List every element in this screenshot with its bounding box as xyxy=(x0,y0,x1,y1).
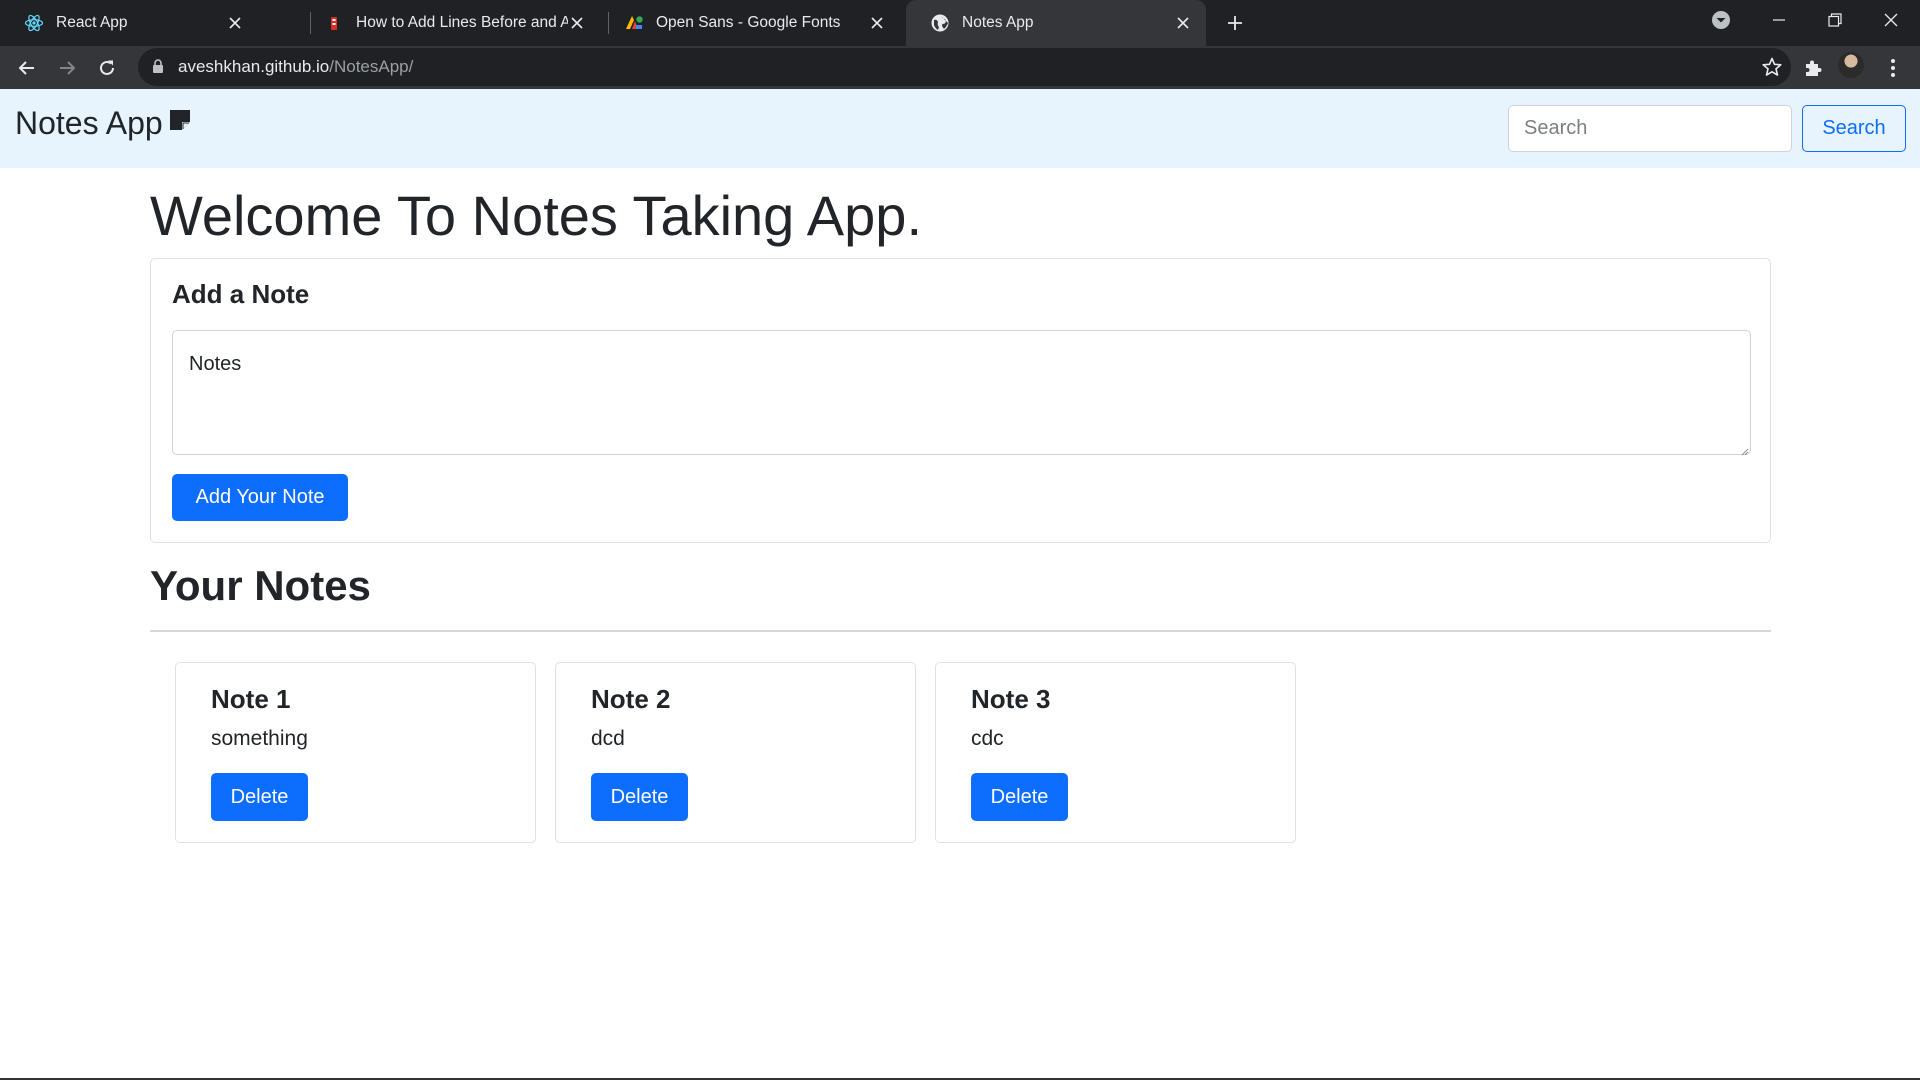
app-navbar: Notes App Search xyxy=(0,89,1920,168)
reload-button[interactable] xyxy=(91,52,123,84)
divider xyxy=(150,630,1771,632)
search-input[interactable] xyxy=(1508,105,1792,152)
tab-react-app[interactable]: React App xyxy=(0,0,258,46)
browser-tabstrip: React App How to Add Lines Before and Af… xyxy=(0,0,1920,46)
close-icon[interactable] xyxy=(1172,12,1194,34)
arrow-right-icon xyxy=(60,61,76,75)
tab-search-button[interactable] xyxy=(1693,0,1749,40)
close-window-button[interactable] xyxy=(1863,0,1919,40)
note-text: cdc xyxy=(971,727,1004,750)
note-title: Note 2 xyxy=(591,684,671,714)
note-card: Note 3 cdc Delete xyxy=(935,662,1296,843)
article-icon xyxy=(324,13,344,33)
address-bar[interactable]: aveshkhan.github.io/NotesApp/ xyxy=(138,48,1791,86)
profile-avatar[interactable] xyxy=(1838,52,1864,78)
delete-note-button[interactable]: Delete xyxy=(591,773,688,821)
search-button[interactable]: Search xyxy=(1802,105,1906,152)
note-card: Note 1 something Delete xyxy=(175,662,536,843)
sticky-note-icon xyxy=(169,100,191,140)
close-icon[interactable] xyxy=(566,12,588,34)
close-icon[interactable] xyxy=(224,12,246,34)
add-note-title: Add a Note xyxy=(172,279,310,309)
extensions-button[interactable] xyxy=(1797,52,1829,84)
tab-title: Notes App xyxy=(962,14,1034,31)
kebab-menu-icon xyxy=(1891,59,1895,77)
tab-how-to-add-lines[interactable]: How to Add Lines Before and Aft xyxy=(300,0,600,46)
add-note-button[interactable]: Add Your Note xyxy=(172,474,348,521)
delete-note-button[interactable]: Delete xyxy=(211,773,308,821)
close-icon[interactable] xyxy=(866,12,888,34)
tab-title: Open Sans - Google Fonts xyxy=(656,14,841,31)
arrow-left-icon xyxy=(18,61,34,75)
your-notes-heading: Your Notes xyxy=(150,562,371,609)
tab-title: How to Add Lines Before and Aft xyxy=(356,14,568,31)
url-text[interactable]: aveshkhan.github.io/NotesApp/ xyxy=(178,57,413,77)
forward-button[interactable] xyxy=(51,52,83,84)
react-icon xyxy=(24,13,44,33)
note-title: Note 1 xyxy=(211,684,291,714)
resize-handle-icon[interactable] xyxy=(1739,443,1749,456)
puzzle-icon xyxy=(1806,60,1822,76)
tab-open-sans[interactable]: Open Sans - Google Fonts xyxy=(600,0,900,46)
reload-icon xyxy=(100,60,114,75)
delete-note-button[interactable]: Delete xyxy=(971,773,1068,821)
note-card: Note 2 dcd Delete xyxy=(555,662,916,843)
globe-icon xyxy=(930,13,950,33)
tab-notes-app[interactable]: Notes App xyxy=(906,0,1206,46)
note-text: something xyxy=(211,727,308,750)
url-path: /NotesApp/ xyxy=(329,57,414,76)
new-tab-button[interactable] xyxy=(1222,10,1248,36)
restore-button[interactable] xyxy=(1807,0,1863,40)
note-textarea[interactable] xyxy=(172,330,1751,455)
browser-toolbar: aveshkhan.github.io/NotesApp/ xyxy=(0,46,1920,89)
bookmark-star-icon[interactable] xyxy=(1761,56,1783,78)
lock-icon[interactable] xyxy=(152,59,164,79)
tab-title: React App xyxy=(56,14,128,31)
minimize-button[interactable] xyxy=(1751,0,1807,40)
url-host: aveshkhan.github.io xyxy=(178,57,330,76)
note-text: dcd xyxy=(591,727,625,750)
back-button[interactable] xyxy=(11,52,43,84)
brand-link[interactable]: Notes App xyxy=(15,103,191,143)
browser-menu-button[interactable] xyxy=(1877,52,1909,84)
note-title: Note 3 xyxy=(971,684,1051,714)
google-fonts-icon xyxy=(624,13,644,33)
page-title: Welcome To Notes Taking App. xyxy=(150,184,922,247)
chevron-down-icon xyxy=(1712,11,1730,29)
add-note-card: Add a Note Add Your Note xyxy=(150,258,1771,543)
brand-text: Notes App xyxy=(15,105,163,141)
